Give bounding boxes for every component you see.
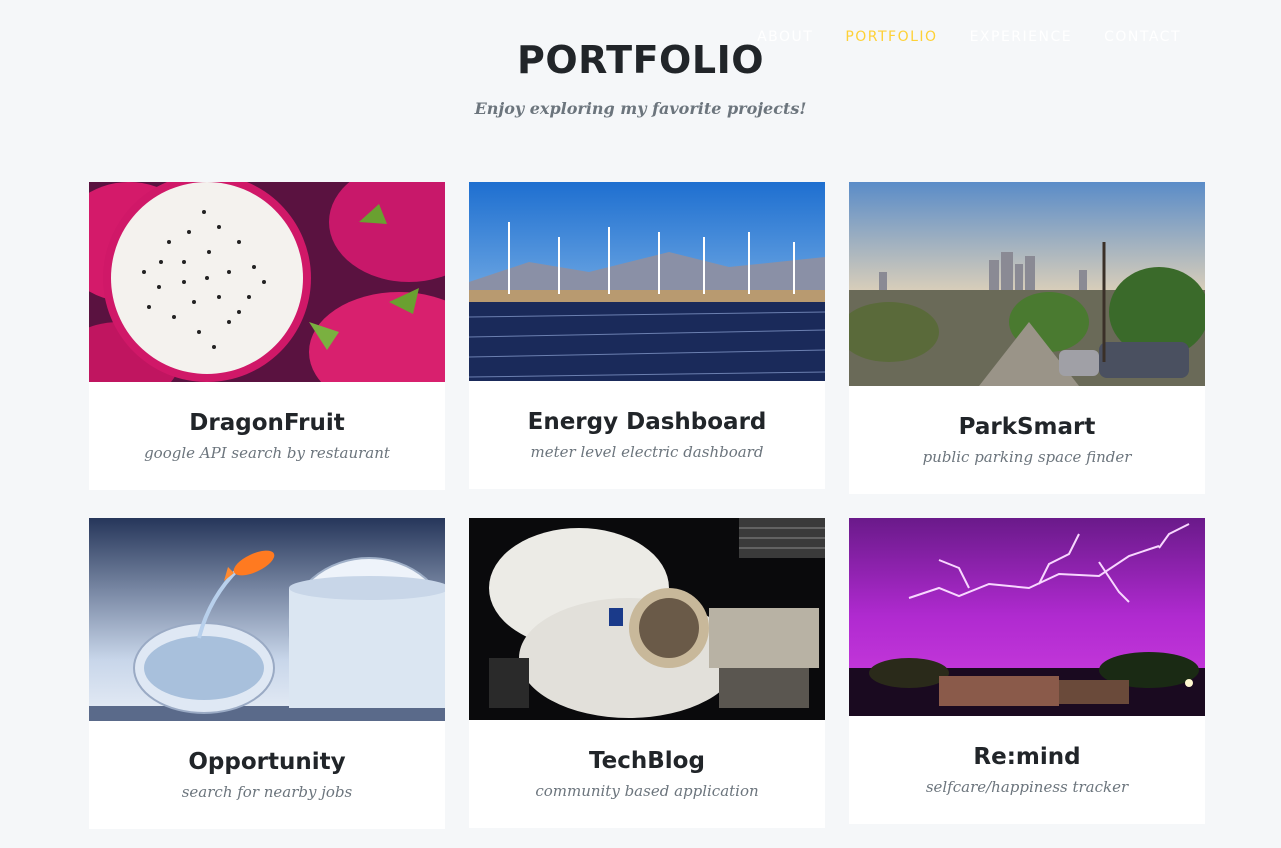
dragonfruit-photo: [89, 182, 445, 382]
card-title: ParkSmart: [958, 414, 1096, 440]
card-title: TechBlog: [589, 748, 705, 774]
card-caption: Opportunity search for nearby jobs: [89, 721, 445, 801]
card-subtitle: selfcare/happiness tracker: [925, 778, 1129, 796]
card-subtitle: search for nearby jobs: [181, 783, 353, 801]
portfolio-card-parksmart[interactable]: ParkSmart public parking space finder: [849, 182, 1205, 494]
card-caption: Energy Dashboard meter level electric da…: [469, 381, 825, 461]
portfolio-card-techblog[interactable]: TechBlog community based application: [469, 518, 825, 828]
portfolio-card-remind[interactable]: Re:mind selfcare/happiness tracker: [849, 518, 1205, 824]
card-caption: Re:mind selfcare/happiness tracker: [849, 716, 1205, 796]
card-subtitle: public parking space finder: [922, 448, 1132, 466]
card-subtitle: meter level electric dashboard: [530, 443, 764, 461]
portfolio-card-dragonfruit[interactable]: DragonFruit google API search by restaur…: [89, 182, 445, 490]
wind-solar-farm-photo: [469, 182, 825, 381]
card-subtitle: community based application: [535, 782, 759, 800]
lightning-storm-photo: [849, 518, 1205, 716]
astronaut-photo: [469, 518, 825, 720]
card-title: DragonFruit: [189, 410, 345, 436]
card-title: Re:mind: [973, 744, 1081, 770]
card-title: Opportunity: [188, 749, 346, 775]
card-caption: DragonFruit google API search by restaur…: [89, 382, 445, 462]
goldfish-jump-photo: [89, 518, 445, 721]
portfolio-card-opportunity[interactable]: Opportunity search for nearby jobs: [89, 518, 445, 829]
city-street-photo: [849, 182, 1205, 386]
card-caption: ParkSmart public parking space finder: [849, 386, 1205, 466]
card-subtitle: google API search by restaurant: [144, 444, 390, 462]
section-subtitle: Enjoy exploring my favorite projects!: [474, 99, 807, 118]
card-title: Energy Dashboard: [527, 409, 767, 435]
portfolio-card-energy-dashboard[interactable]: Energy Dashboard meter level electric da…: [469, 182, 825, 489]
section-title: PORTFOLIO: [516, 38, 765, 82]
card-caption: TechBlog community based application: [469, 720, 825, 800]
